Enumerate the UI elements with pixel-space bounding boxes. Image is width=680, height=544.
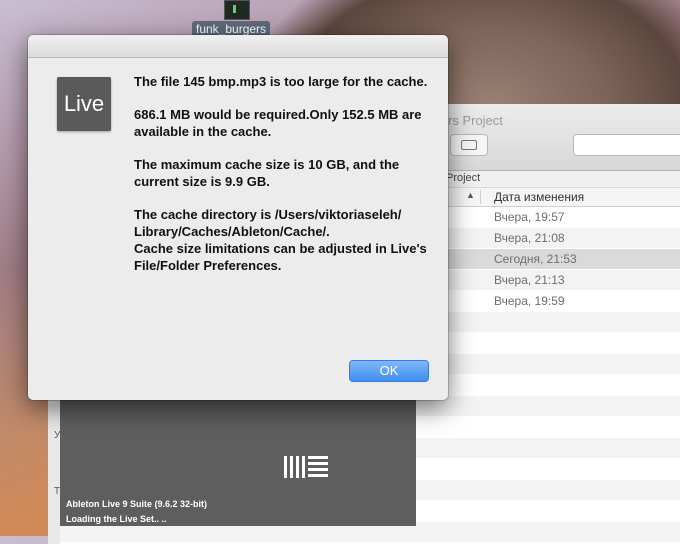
desktop-file-icon[interactable]: [224, 0, 250, 20]
ok-button[interactable]: OK: [349, 360, 429, 382]
splash-version: Ableton Live 9 Suite (9.6.2 32-bit): [66, 499, 208, 509]
row-date: Вчера, 19:57: [494, 210, 565, 224]
message-paragraph: The maximum cache size is 10 GB, and the…: [134, 157, 400, 189]
splash-status: Loading the Live Set.. ..: [66, 514, 167, 524]
dialog-message: The file 145 bmp.mp3 is too large for th…: [134, 73, 434, 274]
tag-icon: [461, 140, 477, 150]
row-date: Вчера, 21:13: [494, 273, 565, 287]
row-date: Вчера, 19:59: [494, 294, 565, 308]
path-item[interactable]: Project: [446, 172, 480, 184]
sidebar-fragment: У Т: [48, 404, 60, 544]
dialog-titlebar: [28, 35, 448, 58]
row-date: Сегодня, 21:53: [494, 252, 577, 266]
search-input[interactable]: [573, 134, 680, 156]
message-paragraph: The file 145 bmp.mp3 is too large for th…: [134, 74, 428, 89]
alert-dialog: Live The file 145 bmp.mp3 is too large f…: [28, 35, 448, 400]
live-app-icon: Live: [57, 77, 111, 131]
tag-button[interactable]: [450, 134, 488, 156]
column-divider[interactable]: [480, 190, 481, 204]
message-paragraph: Cache size limitations can be adjusted i…: [134, 241, 427, 273]
row-date: Вчера, 21:08: [494, 231, 565, 245]
finder-title: rs Project: [448, 113, 503, 128]
message-paragraph: 686.1 MB would be required.Only 152.5 MB…: [134, 107, 422, 139]
column-header-date-modified[interactable]: Дата изменения: [494, 190, 584, 204]
message-paragraph: The cache directory is /Users/viktoriase…: [134, 207, 402, 239]
splash-screen: Ableton Live 9 Suite (9.6.2 32-bit) Load…: [60, 396, 416, 526]
ableton-logo-icon: [284, 456, 328, 480]
sort-chevron-icon[interactable]: ▲: [466, 190, 475, 200]
